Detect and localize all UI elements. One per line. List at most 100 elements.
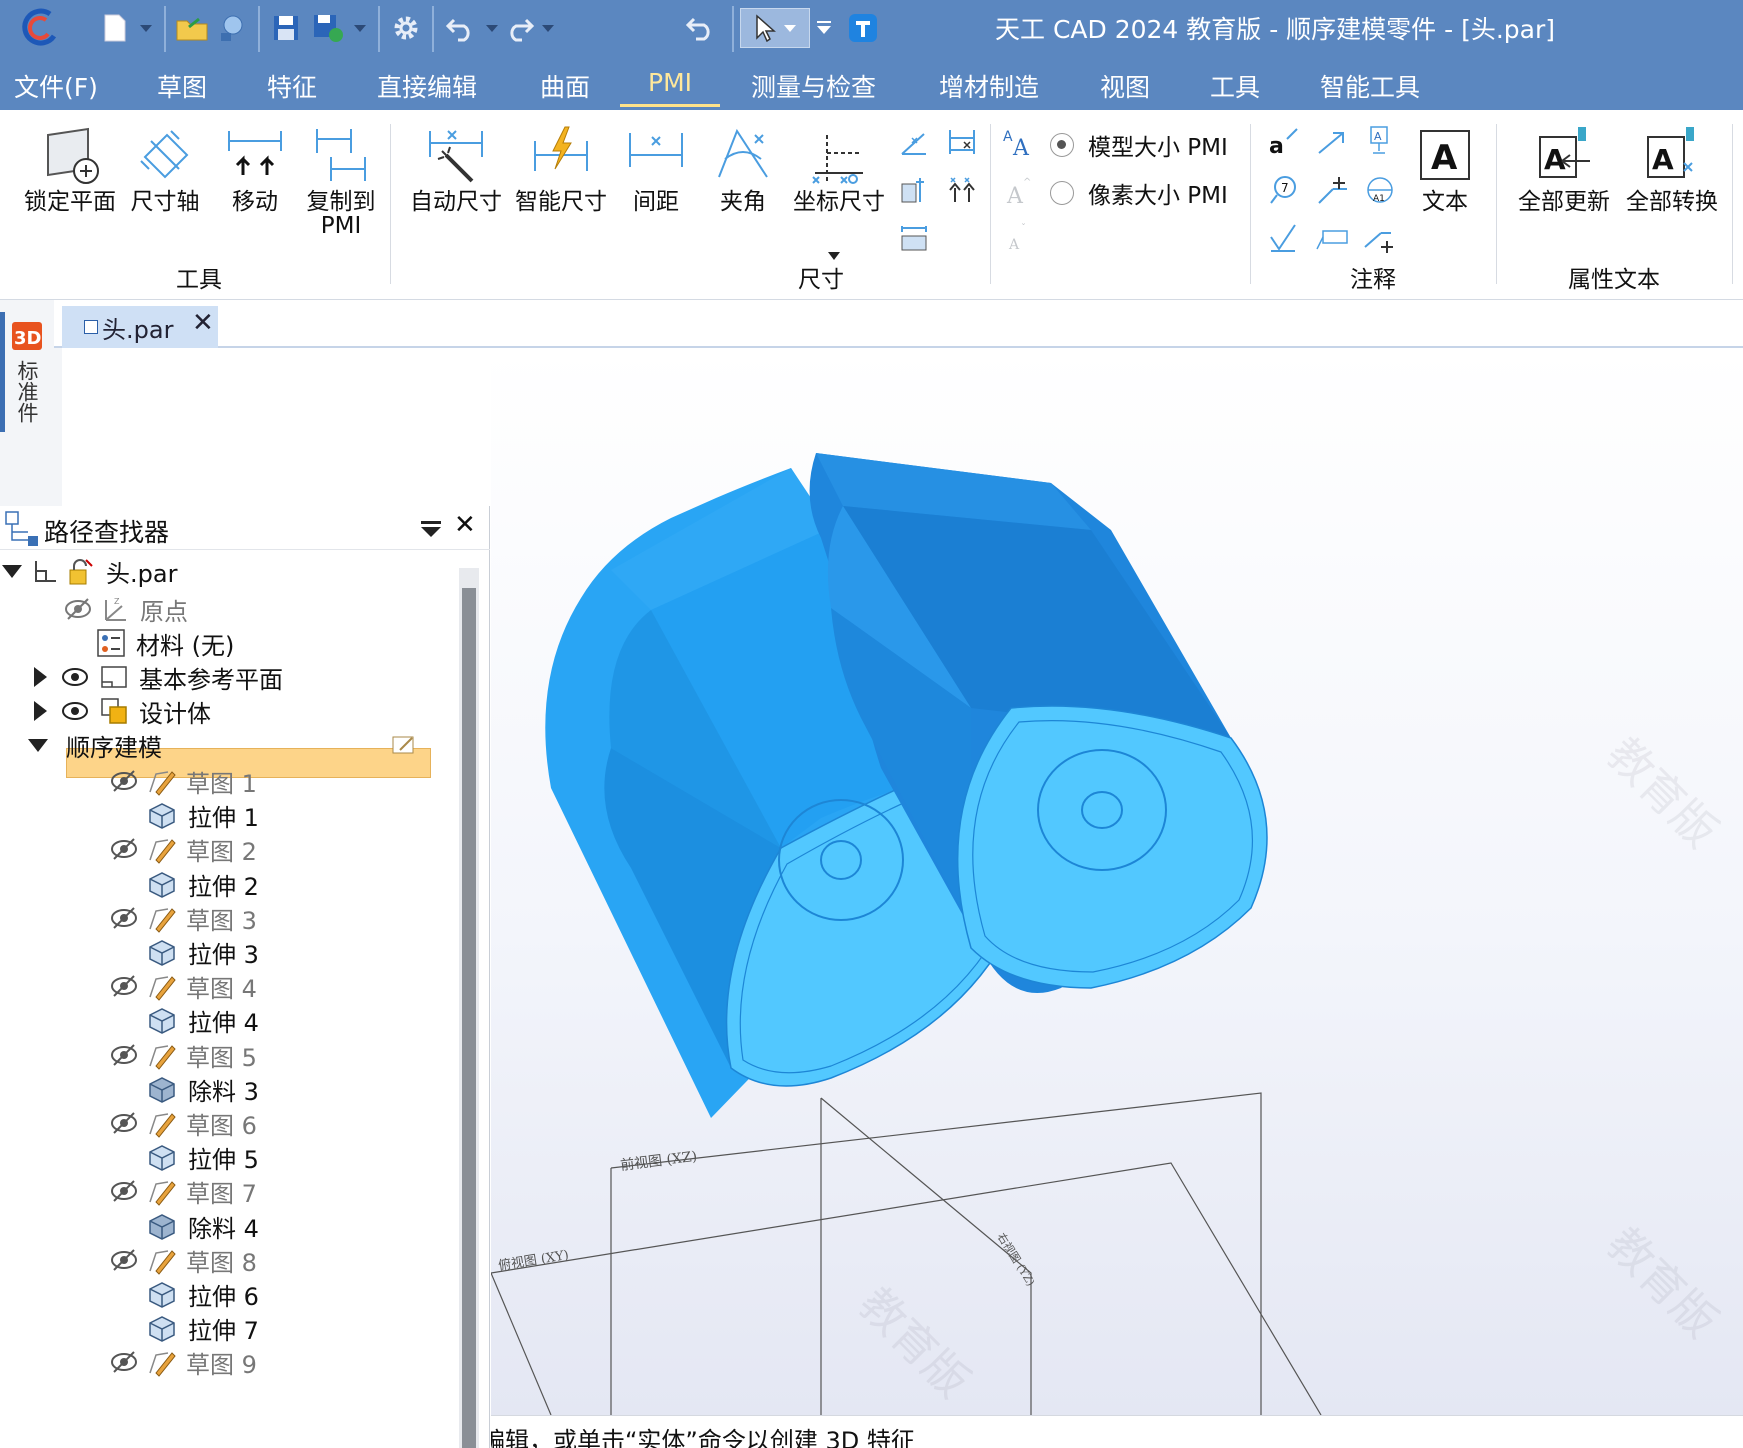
tree-root-row[interactable]: 头.par xyxy=(2,554,177,588)
dimension-grid-icon[interactable] xyxy=(896,220,932,256)
pixel-size-pmi-option[interactable]: 像素大小 PMI xyxy=(1050,176,1228,210)
hidden-eye-icon[interactable] xyxy=(110,1043,138,1067)
text-size-icon[interactable]: AA xyxy=(1000,124,1036,160)
tree-item-origin[interactable]: Z 原点 xyxy=(64,592,188,626)
tree-item-sketch[interactable]: 草图 6 xyxy=(110,1106,257,1140)
text-button[interactable]: A 文本 xyxy=(1412,120,1478,214)
collapse-root-icon[interactable] xyxy=(2,564,22,578)
menu-pmi[interactable]: PMI xyxy=(648,68,692,97)
graphics-viewport[interactable]: 前视图 (XZ) 俯视图 (XY) 右视图 (YZ) 教育版 教育版 教育版 xyxy=(491,348,1743,1415)
angular-coordinate-icon[interactable] xyxy=(896,124,932,160)
tree-item-sketch[interactable]: 草图 7 xyxy=(110,1174,257,1208)
weld-symbol-icon[interactable] xyxy=(1314,172,1350,208)
tree-item-sketch[interactable]: 草图 4 xyxy=(110,969,257,1003)
symmetric-dimension-icon[interactable] xyxy=(944,124,980,160)
menu-smart-tools[interactable]: 智能工具 xyxy=(1320,68,1420,104)
auto-dimension-button[interactable]: 自动尺寸 xyxy=(406,120,506,214)
tree-item-feature[interactable]: 拉伸 4 xyxy=(146,1003,259,1037)
model-size-pmi-radio[interactable] xyxy=(1050,133,1074,157)
tree-item-ordered-modeling[interactable]: 顺序建模 xyxy=(28,728,432,762)
save-as-icon[interactable] xyxy=(310,8,346,48)
pixel-size-pmi-radio[interactable] xyxy=(1050,181,1074,205)
tree-item-feature[interactable]: 除料 3 xyxy=(146,1072,259,1106)
menu-tools[interactable]: 工具 xyxy=(1210,68,1260,104)
tree-item-feature[interactable]: 拉伸 3 xyxy=(146,935,259,969)
tree-item-feature[interactable]: 拉伸 5 xyxy=(146,1140,259,1174)
redo-dropdown-icon[interactable] xyxy=(540,8,556,48)
edit-pencil-icon[interactable] xyxy=(392,734,418,756)
menu-surface[interactable]: 曲面 xyxy=(540,68,590,104)
path-finder-scroll-thumb[interactable] xyxy=(462,588,476,1448)
dimension-group-expander-icon[interactable] xyxy=(824,248,844,264)
tree-item-sketch[interactable]: 草图 9 xyxy=(110,1345,257,1379)
balloon-icon[interactable]: 7 xyxy=(1266,172,1302,208)
undo-dropdown-icon[interactable] xyxy=(484,8,500,48)
tiangong-t-icon[interactable] xyxy=(846,8,880,48)
tree-item-material[interactable]: 材料 (无) xyxy=(96,626,234,660)
surface-finish-icon[interactable] xyxy=(1266,220,1302,256)
tree-item-base-planes[interactable]: 基本参考平面 xyxy=(34,660,283,694)
tree-item-sketch[interactable]: 草图 5 xyxy=(110,1038,257,1072)
leader-icon[interactable] xyxy=(1314,124,1350,160)
hidden-eye-icon[interactable] xyxy=(110,837,138,861)
expand-icon[interactable] xyxy=(34,667,47,687)
model-size-pmi-option[interactable]: 模型大小 PMI xyxy=(1050,128,1228,162)
datum-target-icon[interactable]: A1 xyxy=(1362,172,1398,208)
save-dropdown-icon[interactable] xyxy=(352,8,368,48)
hidden-eye-icon[interactable] xyxy=(110,1248,138,1272)
dimension-arrows-icon[interactable] xyxy=(944,172,980,208)
chamfer-dimension-icon[interactable] xyxy=(896,172,932,208)
open-recent-icon[interactable] xyxy=(214,8,250,48)
standard-parts-tab[interactable]: 标准件 xyxy=(14,360,42,423)
gear-icon[interactable] xyxy=(388,8,424,48)
hidden-eye-icon[interactable] xyxy=(110,1350,138,1374)
menu-sketch[interactable]: 草图 xyxy=(157,68,207,104)
text-decrease-icon[interactable]: Aˇ xyxy=(1000,220,1036,256)
expand-icon[interactable] xyxy=(34,701,47,721)
menu-feature[interactable]: 特征 xyxy=(267,68,317,104)
menu-view[interactable]: 视图 xyxy=(1100,68,1150,104)
angle-button[interactable]: 夹角 xyxy=(698,120,788,214)
open-folder-icon[interactable] xyxy=(174,8,210,48)
new-dropdown-icon[interactable] xyxy=(138,8,154,48)
hidden-eye-icon[interactable] xyxy=(110,769,138,793)
redo-icon[interactable] xyxy=(500,8,540,48)
update-all-button[interactable]: A 全部更新 xyxy=(1512,120,1616,214)
hidden-eye-icon[interactable] xyxy=(110,974,138,998)
tree-item-feature[interactable]: 除料 4 xyxy=(146,1209,259,1243)
hidden-eye-icon[interactable] xyxy=(64,597,92,621)
menu-measure-inspect[interactable]: 测量与检查 xyxy=(751,68,876,104)
tree-item-feature[interactable]: 拉伸 1 xyxy=(146,798,259,832)
add-annotation-icon[interactable] xyxy=(1362,220,1398,256)
tree-item-feature[interactable]: 拉伸 2 xyxy=(146,867,259,901)
visible-eye-icon[interactable] xyxy=(61,666,89,688)
surface-texture-icon[interactable]: a xyxy=(1266,124,1302,160)
lock-plane-button[interactable]: 锁定平面 xyxy=(20,120,120,214)
coordinate-dimension-button[interactable]: 坐标尺寸 xyxy=(788,120,890,214)
menu-additive[interactable]: 增材制造 xyxy=(939,68,1039,104)
tree-item-sketch[interactable]: 草图 3 xyxy=(110,901,257,935)
visible-eye-icon[interactable] xyxy=(61,700,89,722)
undo-icon[interactable] xyxy=(440,8,480,48)
panel-menu-icon[interactable] xyxy=(420,520,442,542)
select-dropdown-icon[interactable] xyxy=(816,8,832,48)
select-tool-icon[interactable] xyxy=(740,8,810,48)
text-increase-icon[interactable]: A ^ xyxy=(1000,172,1036,208)
hidden-eye-icon[interactable] xyxy=(110,906,138,930)
smart-dimension-button[interactable]: 智能尺寸 xyxy=(511,120,611,214)
distance-button[interactable]: 间距 xyxy=(611,120,701,214)
datum-frame-icon[interactable]: A xyxy=(1362,124,1398,160)
undo-step-icon[interactable] xyxy=(680,8,722,48)
tree-item-sketch[interactable]: 草图 1 xyxy=(110,764,257,798)
close-panel-icon[interactable]: ✕ xyxy=(454,510,476,540)
collapse-icon[interactable] xyxy=(28,738,48,752)
model-view[interactable]: 前视图 (XZ) 俯视图 (XY) 右视图 (YZ) xyxy=(491,348,1743,1415)
tree-item-feature[interactable]: 拉伸 6 xyxy=(146,1277,259,1311)
menu-direct-edit[interactable]: 直接编辑 xyxy=(377,68,477,104)
dimension-axis-button[interactable]: 尺寸轴 xyxy=(120,120,210,214)
menu-file[interactable]: 文件(F) xyxy=(14,68,98,104)
tree-item-sketch[interactable]: 草图 8 xyxy=(110,1243,257,1277)
new-file-icon[interactable] xyxy=(100,8,130,48)
hidden-eye-icon[interactable] xyxy=(110,1179,138,1203)
standard-parts-3d-icon[interactable]: 3D xyxy=(10,318,46,354)
